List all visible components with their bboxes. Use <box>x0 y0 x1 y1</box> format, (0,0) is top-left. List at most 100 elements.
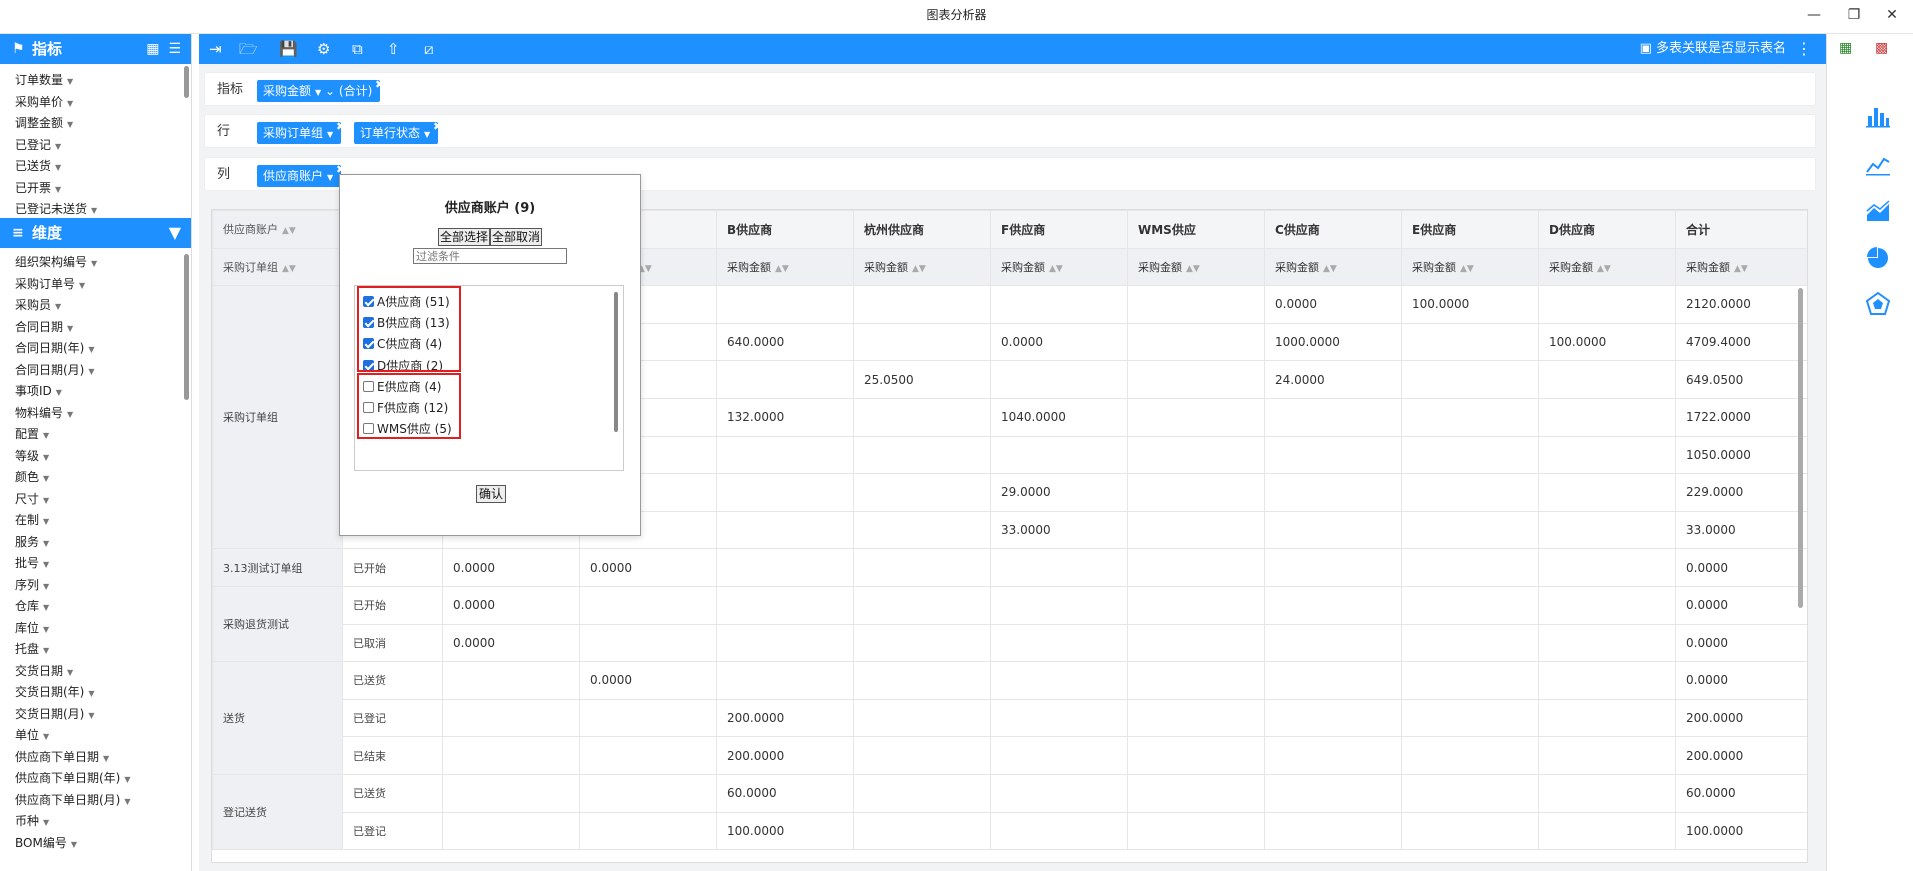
caret-down-icon[interactable]: ▼ <box>43 453 49 462</box>
caret-down-icon[interactable]: ▼ <box>43 732 49 741</box>
area-chart-icon[interactable] <box>1865 199 1891 223</box>
indent-icon[interactable]: ⇥ <box>209 34 222 64</box>
supplier-column-header[interactable]: B供应商 <box>716 210 854 249</box>
supplier-column-header[interactable]: 合计 <box>1675 210 1807 249</box>
caret-down-icon[interactable]: ▼ <box>43 818 49 827</box>
layers-icon[interactable]: ⧄ <box>424 34 434 64</box>
caret-down-icon[interactable]: ▼ <box>43 539 49 548</box>
checklist-scrollbar[interactable] <box>614 292 618 432</box>
measure-column-header[interactable]: 采购金额 ▲▼ <box>1127 247 1265 287</box>
select-all-button[interactable]: 全部选择 <box>437 228 490 246</box>
chevron-down-icon[interactable]: ⌄ <box>325 84 335 98</box>
filter-icon[interactable]: ▼ <box>169 218 181 248</box>
caret-down-icon[interactable]: ▼ <box>55 302 61 311</box>
sort-icon[interactable]: ▲▼ <box>282 226 296 236</box>
measure-column-header[interactable]: 采购金额 ▲▼ <box>1538 247 1676 287</box>
metric-field-item[interactable]: 订单数量 ▼ <box>15 70 191 92</box>
supplier-column-header[interactable]: E供应商 <box>1401 210 1539 249</box>
filter-input[interactable] <box>413 248 567 264</box>
metric-field-item[interactable]: 已送货 ▼ <box>15 156 191 178</box>
dimension-field-item[interactable]: 交货日期(月) ▼ <box>15 704 191 726</box>
restore-button[interactable]: ❐ <box>1842 4 1866 26</box>
copy-icon[interactable]: ⧉ <box>352 34 363 64</box>
sort-icon[interactable]: ▲▼ <box>282 264 296 274</box>
dimension-field-item[interactable]: 供应商下单日期 ▼ <box>15 747 191 769</box>
supplier-column-header[interactable]: C供应商 <box>1264 210 1402 249</box>
caret-down-icon[interactable]: ▼ <box>43 517 49 526</box>
sort-icon[interactable]: ▲▼ <box>1734 264 1748 274</box>
row-pill-purchase-group[interactable]: 采购订单组 ▼ ✖ <box>257 120 345 144</box>
dimension-field-item[interactable]: 交货日期(年) ▼ <box>15 682 191 704</box>
dimension-field-item[interactable]: 合同日期 ▼ <box>15 317 191 339</box>
measure-column-header[interactable]: 采购金额 ▲▼ <box>1264 247 1402 287</box>
close-button[interactable]: ✕ <box>1880 4 1904 26</box>
radar-chart-icon[interactable] <box>1865 292 1891 316</box>
dimension-field-item[interactable]: 仓库 ▼ <box>15 596 191 618</box>
row-pill-line-status[interactable]: 订单行状态 ▼ ✖ <box>354 120 442 144</box>
caret-down-icon[interactable]: ▼ <box>43 474 49 483</box>
more-icon[interactable]: ⋮ <box>1796 34 1812 64</box>
caret-down-icon[interactable]: ▼ <box>43 431 49 440</box>
pie-chart-icon[interactable] <box>1865 246 1891 270</box>
caret-down-icon[interactable]: ▼ <box>103 754 109 763</box>
save-icon[interactable]: 💾 <box>279 34 298 64</box>
chart-tab-icon[interactable]: ▩ <box>1875 40 1888 56</box>
sort-icon[interactable]: ▲▼ <box>1049 264 1063 274</box>
caret-down-icon[interactable]: ▼ <box>43 496 49 505</box>
metrics-scrollbar[interactable] <box>184 66 189 98</box>
caret-down-icon[interactable]: ▼ <box>91 259 97 268</box>
caret-down-icon[interactable]: ▼ <box>88 367 94 376</box>
caret-down-icon[interactable]: ▼ <box>88 711 94 720</box>
supplier-column-header[interactable]: F供应商 <box>990 210 1128 249</box>
caret-down-icon[interactable]: ▼ <box>55 185 61 194</box>
measure-column-header[interactable]: 采购金额 ▲▼ <box>990 247 1128 287</box>
supplier-column-header[interactable]: WMS供应 <box>1127 210 1265 249</box>
bar-chart-icon[interactable] <box>1865 104 1891 128</box>
supplier-column-header[interactable]: 杭州供应商 <box>853 210 991 249</box>
dimension-field-item[interactable]: 组织架构编号 ▼ <box>15 252 191 274</box>
caret-down-icon[interactable]: ▼ <box>56 388 62 397</box>
dimension-field-item[interactable]: BOM编号 ▼ <box>15 833 191 855</box>
caret-down-icon[interactable]: ▼ <box>79 281 85 290</box>
dimension-field-item[interactable]: 物料编号 ▼ <box>15 403 191 425</box>
caret-down-icon[interactable]: ▼ <box>67 324 73 333</box>
column-pill-supplier[interactable]: 供应商账户 ▼ ✖ <box>257 163 345 187</box>
caret-down-icon[interactable]: ▼ <box>43 603 49 612</box>
sort-icon[interactable]: ▲▼ <box>1597 264 1611 274</box>
dimension-field-item[interactable]: 批号 ▼ <box>15 553 191 575</box>
dimension-field-item[interactable]: 在制 ▼ <box>15 510 191 532</box>
sort-icon[interactable]: ▲▼ <box>775 264 789 274</box>
metric-pill[interactable]: 采购金额 ▼ ⌄ (合计) ✖ <box>257 78 384 102</box>
open-folder-icon[interactable]: 🗁 <box>239 34 258 64</box>
measure-column-header[interactable]: 采购金额 ▲▼ <box>853 247 991 287</box>
dimension-field-item[interactable]: 托盘 ▼ <box>15 639 191 661</box>
show-table-name-option[interactable]: ▣ 多表关联是否显示表名 <box>1640 34 1786 64</box>
dimension-field-item[interactable]: 供应商下单日期(年) ▼ <box>15 768 191 790</box>
measure-column-header[interactable]: 采购金额 ▲▼ <box>1675 247 1807 287</box>
caret-down-icon[interactable]: ▼ <box>55 142 61 151</box>
caret-down-icon[interactable]: ▼ <box>67 410 73 419</box>
caret-down-icon[interactable]: ▼ <box>43 560 49 569</box>
caret-down-icon[interactable]: ▼ <box>55 163 61 172</box>
deselect-all-button[interactable]: 全部取消 <box>490 228 543 246</box>
caret-down-icon[interactable]: ▼ <box>43 646 49 655</box>
caret-down-icon[interactable]: ▼ <box>91 206 97 215</box>
caret-down-icon[interactable]: ▼ <box>43 625 49 634</box>
dimension-field-item[interactable]: 合同日期(年) ▼ <box>15 338 191 360</box>
line-chart-icon[interactable] <box>1865 152 1891 176</box>
sort-icon[interactable]: ▲▼ <box>912 264 926 274</box>
caret-down-icon[interactable]: ▼ <box>71 840 77 849</box>
supplier-column-header[interactable]: D供应商 <box>1538 210 1676 249</box>
dimension-field-item[interactable]: 采购订单号 ▼ <box>15 274 191 296</box>
caret-down-icon[interactable]: ▼ <box>88 689 94 698</box>
metric-field-item[interactable]: 调整金额 ▼ <box>15 113 191 135</box>
upload-icon[interactable]: ⇧ <box>387 34 400 64</box>
dimension-field-item[interactable]: 合同日期(月) ▼ <box>15 360 191 382</box>
remove-icon[interactable]: ✖ <box>433 116 442 138</box>
dimension-field-item[interactable]: 采购员 ▼ <box>15 295 191 317</box>
dimension-field-item[interactable]: 颜色 ▼ <box>15 467 191 489</box>
caret-down-icon[interactable]: ▼ <box>67 77 73 86</box>
dimension-field-item[interactable]: 服务 ▼ <box>15 532 191 554</box>
confirm-button[interactable]: 确认 <box>476 485 507 503</box>
remove-icon[interactable]: ✖ <box>336 116 345 138</box>
